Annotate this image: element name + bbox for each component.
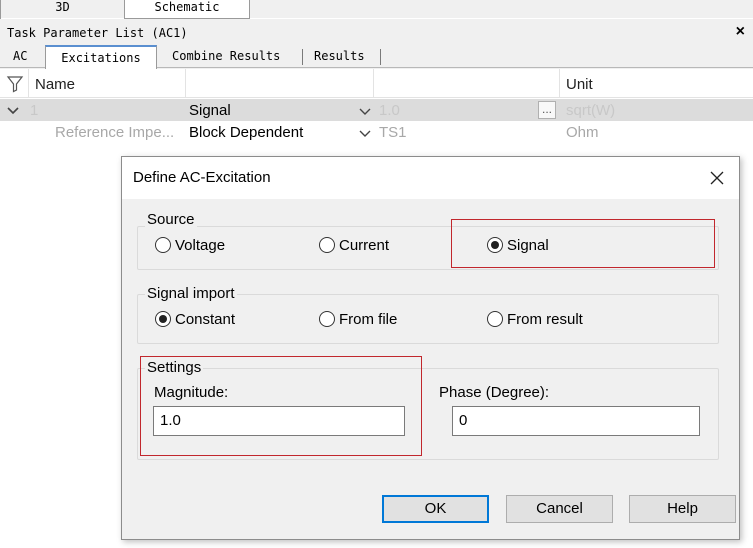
table-row[interactable]: Reference Impe... Block Dependent TS1 Oh… <box>0 121 753 143</box>
row-type-select[interactable]: Signal <box>189 99 359 121</box>
column-header-type[interactable] <box>186 69 374 98</box>
row-unit: sqrt(W) <box>566 102 616 119</box>
column-header-value[interactable] <box>374 69 560 98</box>
chevron-down-icon[interactable] <box>358 99 374 121</box>
from-file-radio[interactable]: From file <box>319 310 397 328</box>
current-radio[interactable]: Current <box>319 236 389 254</box>
cancel-button[interactable]: Cancel <box>506 495 613 523</box>
sub-tabs: AC Excitations Combine Results Results <box>0 44 753 69</box>
table-row[interactable]: 1 Signal 1.0 ... sqrt(W) <box>0 99 753 121</box>
radio-unchecked-icon <box>319 311 335 327</box>
radio-checked-icon <box>155 311 171 327</box>
grid-header: Name Unit <box>0 69 753 98</box>
panel-title: Task Parameter List (AC1) <box>0 23 753 43</box>
row-type-select[interactable]: Block Dependent <box>189 121 359 143</box>
radio-unchecked-icon <box>487 311 503 327</box>
row-name: 1 <box>30 102 39 119</box>
row-name: Reference Impe... <box>55 124 175 141</box>
row-value[interactable]: 1.0 <box>379 99 529 121</box>
tab-results[interactable]: Results <box>314 47 365 67</box>
from-file-radio-label: From file <box>339 310 398 328</box>
chevron-down-icon[interactable] <box>358 121 374 143</box>
define-ac-excitation-dialog: Define AC-Excitation Source Voltage Curr… <box>121 156 740 540</box>
tab-3d[interactable]: 3D <box>0 0 124 19</box>
dialog-title: Define AC-Excitation <box>133 169 271 186</box>
signal-import-group-label: Signal import <box>145 285 237 302</box>
constant-radio[interactable]: Constant <box>155 310 235 328</box>
column-header-name[interactable]: Name <box>29 69 186 98</box>
dialog-titlebar: Define AC-Excitation <box>122 157 739 199</box>
from-result-radio[interactable]: From result <box>487 310 583 328</box>
tab-separator <box>302 49 303 65</box>
phase-field[interactable]: 0 <box>452 406 700 436</box>
ok-button[interactable]: OK <box>382 495 489 523</box>
close-icon[interactable] <box>709 170 725 186</box>
view-tabs: 3D Schematic <box>0 0 753 19</box>
settings-highlight-box <box>140 356 422 456</box>
signal-highlight-box <box>451 219 715 268</box>
current-radio-label: Current <box>339 236 390 254</box>
voltage-radio-label: Voltage <box>175 236 226 254</box>
radio-unchecked-icon <box>155 237 171 253</box>
row-value[interactable]: TS1 <box>379 121 529 143</box>
panel-close-icon[interactable]: × <box>736 21 745 43</box>
row-unit: Ohm <box>566 124 599 141</box>
tab-combine-results[interactable]: Combine Results <box>172 47 280 67</box>
filter-icon[interactable] <box>0 69 29 98</box>
phase-label: Phase (Degree): <box>439 384 550 401</box>
tab-ac[interactable]: AC <box>13 47 27 67</box>
column-header-unit[interactable]: Unit <box>560 69 753 98</box>
chevron-down-icon[interactable] <box>6 99 22 121</box>
tab-excitations[interactable]: Excitations <box>45 45 157 69</box>
voltage-radio[interactable]: Voltage <box>155 236 225 254</box>
help-button[interactable]: Help <box>629 495 736 523</box>
source-group-label: Source <box>145 211 197 228</box>
tab-separator <box>380 49 381 65</box>
radio-unchecked-icon <box>319 237 335 253</box>
tab-schematic[interactable]: Schematic <box>124 0 250 19</box>
from-result-radio-label: From result <box>507 310 583 328</box>
constant-radio-label: Constant <box>175 310 236 328</box>
more-button[interactable]: ... <box>538 101 556 119</box>
